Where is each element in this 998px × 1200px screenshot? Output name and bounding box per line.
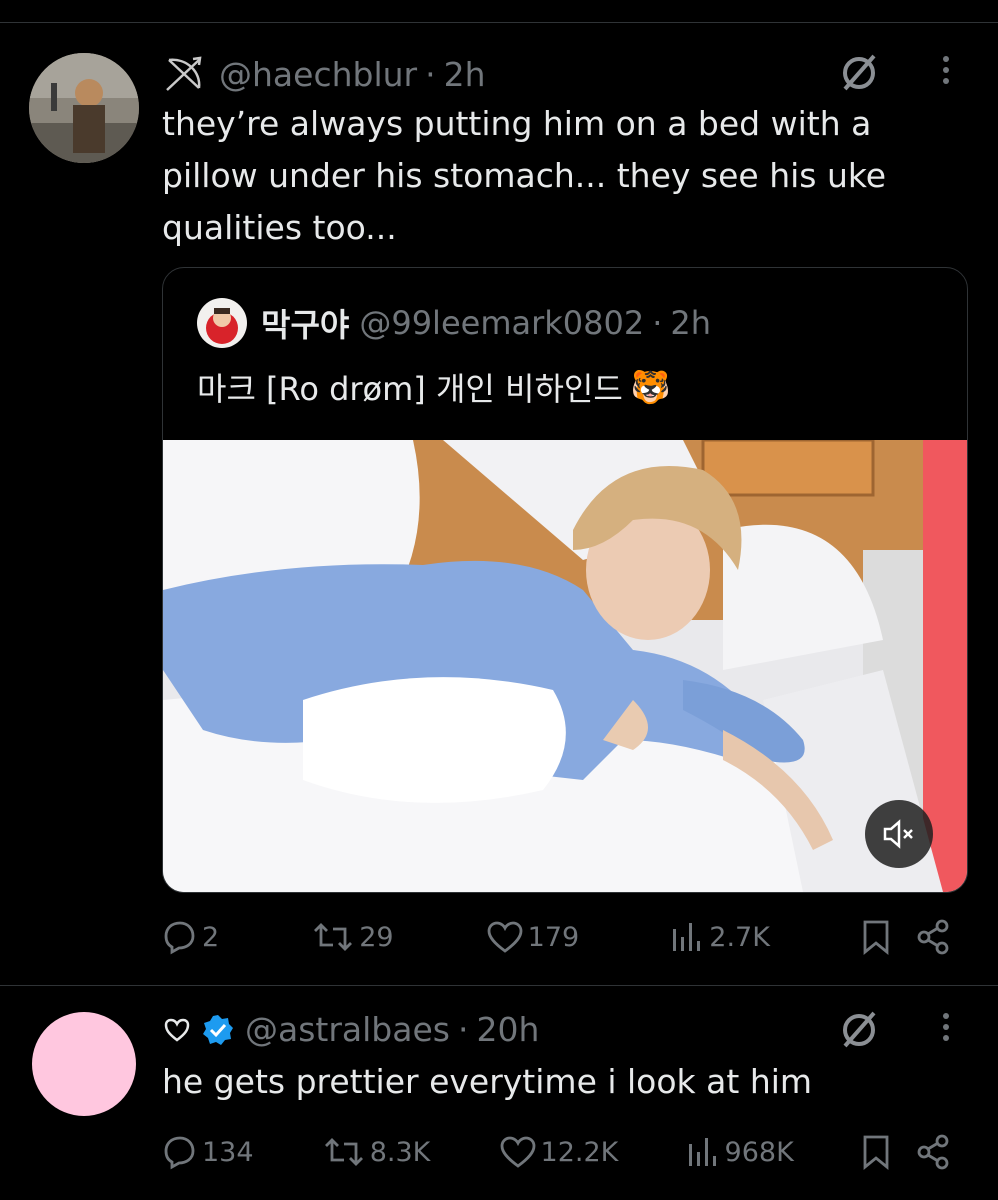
reply-icon [160,1134,198,1170]
views-count: 2.7K [709,921,770,953]
video-frame [163,440,967,892]
top-divider [0,22,998,23]
mute-icon [882,819,916,849]
bookmark-share-group [862,919,950,955]
bow-arrow-icon [163,54,207,94]
more-icon[interactable] [941,1013,951,1041]
quote-text: 마크 [Ro drøm] 개인 비하인드 [197,370,623,408]
tweet-divider [0,985,998,986]
like-button[interactable]: 179 [486,920,580,954]
quote-tweet[interactable]: 막구야 @99leemark0802 · 2h 마크 [Ro drøm] 개인 … [162,267,968,893]
retweet-icon [311,921,355,953]
quote-timestamp[interactable]: 2h [670,304,711,342]
bookmark-icon[interactable] [862,1134,890,1170]
retweet-button[interactable]: 29 [311,921,394,953]
retweet-count: 8.3K [369,1136,431,1168]
separator: · [652,304,663,342]
tiger-emoji: 🐯 [630,368,671,406]
quote-display-name[interactable]: 막구야 [261,300,349,346]
reply-count: 2 [202,921,220,953]
more-icon[interactable] [941,56,951,84]
separator: · [457,1010,469,1049]
share-icon[interactable] [916,1134,950,1170]
views-button[interactable]: 968K [687,1136,794,1168]
timestamp[interactable]: 2h [444,55,486,94]
tweet-actions: 2 29 179 2.7K [160,919,950,955]
views-count: 968K [724,1136,794,1168]
tweet-text: they’re always putting him on a bed with… [162,104,887,247]
quote-text-row: 마크 [Ro drøm] 개인 비하인드 🐯 [197,364,671,410]
grok-icon[interactable] [838,52,880,94]
quote-avatar[interactable] [197,298,247,348]
tweet-header: @haechblur · 2h [163,54,486,94]
heart-outline-icon [163,1017,191,1043]
retweet-icon [322,1136,366,1168]
share-icon[interactable] [916,919,950,955]
avatar[interactable] [29,53,139,163]
tweet-text: he gets prettier everytime i look at him [162,1062,813,1101]
like-count: 12.2K [540,1136,619,1168]
views-icon [687,1136,721,1168]
quote-handle[interactable]: @99leemark0802 [359,304,644,342]
retweet-count: 29 [359,921,394,953]
verified-badge-icon [201,1013,235,1047]
reply-count: 134 [202,1136,254,1168]
bookmark-icon[interactable] [862,919,890,955]
handle[interactable]: @astralbaes [245,1010,450,1049]
grok-icon[interactable] [838,1009,880,1051]
reply-icon [160,919,198,955]
timestamp[interactable]: 20h [476,1010,539,1049]
retweet-button[interactable]: 8.3K [322,1136,431,1168]
reply-button[interactable]: 134 [160,1134,254,1170]
quote-video[interactable] [163,440,967,892]
mute-button[interactable] [865,800,933,868]
like-button[interactable]: 12.2K [499,1135,619,1169]
bookmark-share-group [862,1134,950,1170]
tweet-header: @astralbaes · 20h [163,1010,539,1049]
avatar[interactable] [32,1012,136,1116]
views-button[interactable]: 2.7K [671,921,770,953]
avatar-photo [29,53,139,163]
quote-avatar-photo [197,298,247,348]
views-icon [671,921,705,953]
tweet-actions: 134 8.3K 12.2K 968K [160,1134,950,1170]
like-icon [499,1135,537,1169]
handle[interactable]: @haechblur [219,55,417,94]
separator: · [425,54,436,94]
like-count: 179 [527,921,580,953]
reply-button[interactable]: 2 [160,919,219,955]
like-icon [486,920,524,954]
quote-header: 막구야 @99leemark0802 · 2h [197,298,711,348]
